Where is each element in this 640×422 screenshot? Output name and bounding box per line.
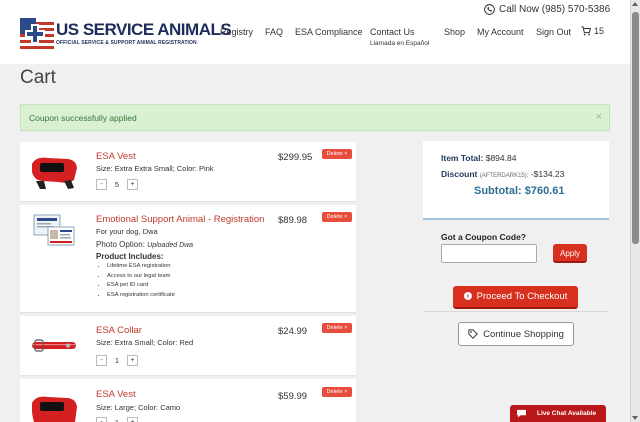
- cart-item: ESA Vest Size: Extra Extra Small; Color:…: [20, 142, 356, 202]
- logo-title: US SERVICE ANIMALS: [56, 20, 232, 39]
- list-item: ESA pet ID card: [107, 281, 175, 291]
- delete-button[interactable]: Delete ×: [322, 387, 352, 397]
- delete-button[interactable]: Delete ×: [322, 323, 352, 333]
- alert-close-icon[interactable]: ×: [596, 111, 602, 123]
- registration-kit-image: [33, 214, 75, 246]
- discount-label: Discount: [441, 169, 478, 179]
- site-logo[interactable]: US SERVICE ANIMALS OFFICIAL SERVICE & SU…: [20, 16, 232, 54]
- delete-button[interactable]: Delete ×: [322, 149, 352, 159]
- page-title: Cart: [20, 67, 56, 88]
- chat-bubble-icon: [517, 409, 526, 418]
- scroll-down-arrow-icon[interactable]: [632, 416, 638, 420]
- nav-registry[interactable]: Registry: [220, 27, 253, 37]
- list-item: Lifetime ESA registration: [107, 262, 175, 272]
- esa-vest-image: [32, 157, 77, 189]
- qty-value[interactable]: 5: [107, 180, 127, 189]
- item-name[interactable]: ESA Vest: [96, 389, 136, 400]
- qty-minus-button[interactable]: -: [96, 179, 107, 190]
- item-name[interactable]: ESA Collar: [96, 325, 142, 336]
- nav-sign-out[interactable]: Sign Out: [536, 27, 571, 37]
- scroll-up-arrow-icon[interactable]: [632, 2, 638, 6]
- qty-plus-button[interactable]: +: [127, 417, 138, 422]
- live-chat-button[interactable]: Live Chat Available: [510, 405, 606, 422]
- phone-icon: [484, 4, 495, 15]
- item-details: Size: Extra Small; Color: Red: [96, 338, 194, 347]
- item-details: For your dog, Dwa: [96, 227, 158, 236]
- cart-icon: [581, 26, 591, 36]
- qty-value[interactable]: 1: [107, 418, 127, 422]
- live-chat-label: Live Chat Available: [537, 410, 597, 417]
- qty-plus-button[interactable]: +: [127, 355, 138, 366]
- product-includes-list: Lifetime ESA registration Access to our …: [107, 262, 175, 300]
- nav-shop[interactable]: Shop: [444, 27, 465, 37]
- coupon-panel: Got a Coupon Code? Apply Proceed To Chec…: [423, 222, 609, 312]
- qty-minus-button[interactable]: -: [96, 355, 107, 366]
- coupon-code-input[interactable]: [441, 244, 537, 263]
- item-name[interactable]: ESA Vest: [96, 151, 136, 162]
- coupon-success-alert: Coupon successfully applied ×: [20, 104, 610, 131]
- nav-my-account[interactable]: My Account: [477, 27, 524, 37]
- quantity-stepper: - 1 +: [96, 417, 138, 422]
- list-item: ESA registration certificate: [107, 291, 175, 301]
- photo-option: Photo Option: Uploaded Dwa: [96, 240, 193, 249]
- item-details: Size: Large; Color: Camo: [96, 403, 181, 412]
- cart-item: Emotional Support Animal - Registration …: [20, 205, 356, 313]
- page-scrollbar[interactable]: [630, 0, 640, 422]
- cart-link[interactable]: 15: [581, 26, 604, 36]
- item-name[interactable]: Emotional Support Animal - Registration: [96, 214, 264, 225]
- phone-link[interactable]: Call Now (985) 570-5386: [484, 4, 610, 15]
- continue-shopping-button[interactable]: Continue Shopping: [458, 322, 574, 346]
- qty-value[interactable]: 1: [107, 356, 127, 365]
- item-price: $89.98: [278, 215, 308, 226]
- item-total-line: Item Total: $894.84: [441, 153, 516, 163]
- alert-message: Coupon successfully applied: [29, 113, 137, 123]
- coupon-label: Got a Coupon Code?: [441, 232, 526, 242]
- nav-faq[interactable]: FAQ: [265, 27, 283, 37]
- logo-subtitle: OFFICIAL SERVICE & SUPPORT ANIMAL REGIST…: [56, 40, 197, 46]
- item-price: $59.99: [278, 391, 308, 402]
- list-item: Access to our legal team: [107, 272, 175, 282]
- tag-icon: [468, 329, 478, 339]
- apply-coupon-button[interactable]: Apply: [553, 244, 587, 263]
- item-details: Size: Extra Extra Small; Color: Pink: [96, 164, 214, 173]
- qty-plus-button[interactable]: +: [127, 179, 138, 190]
- discount-value: -$134.23: [530, 169, 565, 179]
- nav-contact-us[interactable]: Contact Us: [370, 27, 415, 37]
- item-total-label: Item Total:: [441, 153, 484, 163]
- product-includes-label: Product Includes:: [96, 252, 164, 261]
- photo-option-label: Photo Option:: [96, 240, 145, 249]
- quantity-stepper: - 5 +: [96, 179, 138, 190]
- item-total-value: $894.84: [485, 153, 517, 163]
- phone-number: Call Now (985) 570-5386: [499, 4, 611, 15]
- subtotal: Subtotal: $760.61: [474, 185, 565, 197]
- esa-collar-image: [32, 339, 76, 352]
- scroll-thumb[interactable]: [632, 12, 639, 244]
- photo-option-value: Uploaded Dwa: [147, 242, 194, 249]
- item-price: $24.99: [278, 326, 308, 337]
- cart-item: ESA Vest Size: Large; Color: Camo $59.99…: [20, 379, 356, 422]
- qty-minus-button[interactable]: -: [96, 417, 107, 422]
- order-summary: Item Total: $894.84 Discount (AFTERDARK1…: [423, 141, 609, 220]
- cart-count: 15: [594, 26, 605, 36]
- quantity-stepper: - 1 +: [96, 355, 138, 366]
- esa-vest-image: [32, 396, 77, 422]
- item-price: $299.95: [278, 152, 313, 163]
- discount-line: Discount (AFTERDARK15): -$134.23: [441, 169, 564, 179]
- continue-shopping-label: Continue Shopping: [483, 328, 564, 340]
- proceed-to-checkout-button[interactable]: Proceed To Checkout: [453, 286, 578, 309]
- nav-contact-sublabel[interactable]: Llamada en Español: [370, 40, 429, 47]
- discount-code: (AFTERDARK15):: [479, 173, 529, 179]
- delete-button[interactable]: Delete ×: [322, 212, 352, 222]
- nav-esa-compliance[interactable]: ESA Compliance: [295, 27, 363, 37]
- site-header: US SERVICE ANIMALS OFFICIAL SERVICE & SU…: [0, 0, 630, 64]
- cart-item: ESA Collar Size: Extra Small; Color: Red…: [20, 316, 356, 376]
- flag-logo-icon: [20, 18, 54, 50]
